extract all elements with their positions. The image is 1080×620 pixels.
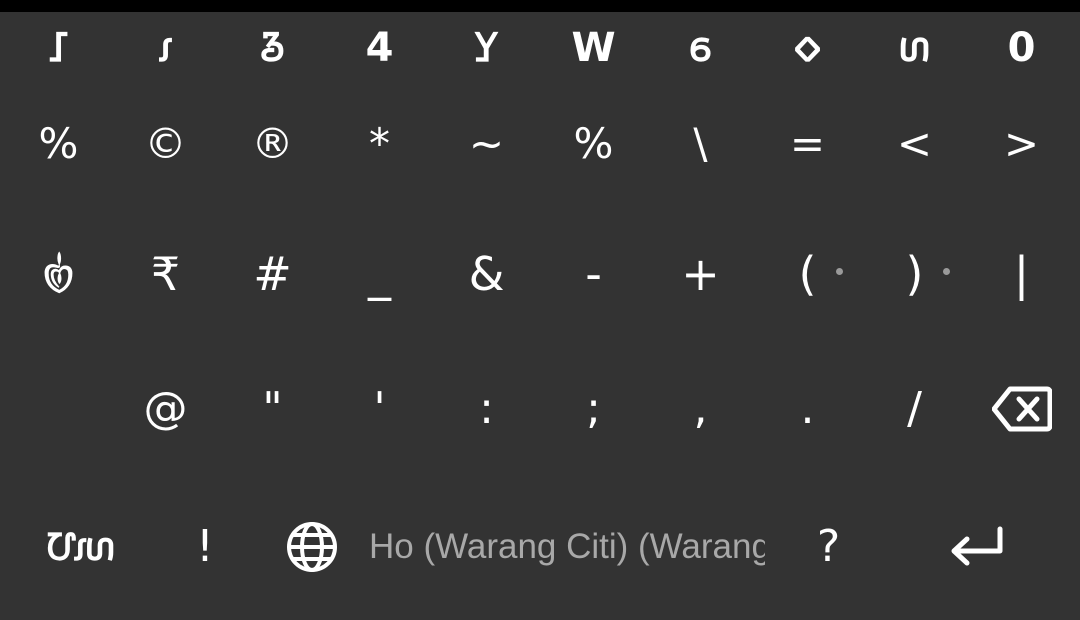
globe-icon[interactable] bbox=[285, 520, 339, 574]
key-4[interactable]: 4 bbox=[326, 12, 433, 84]
key-0[interactable]: 0 bbox=[968, 12, 1075, 84]
key-percent[interactable]: % bbox=[5, 84, 112, 204]
key-label: / bbox=[907, 383, 922, 434]
key-label: % bbox=[38, 119, 79, 168]
key-label: _ bbox=[368, 247, 391, 301]
key-double-quote[interactable]: " bbox=[219, 344, 326, 474]
key-label: 𑢡 bbox=[48, 25, 69, 71]
key-greater-than[interactable]: > bbox=[968, 84, 1075, 204]
keyboard-row-2: % © ® * ~ % \ = < > bbox=[5, 84, 1075, 204]
key-question[interactable]: ? bbox=[775, 474, 882, 620]
key-label: | bbox=[1013, 247, 1030, 301]
top-bar bbox=[0, 0, 1080, 12]
key-warang-7[interactable]: 𑣕 bbox=[647, 12, 754, 84]
key-hash[interactable]: # bbox=[219, 204, 326, 344]
key-warang-5[interactable]: 𑢤 bbox=[433, 12, 540, 84]
key-label: , bbox=[693, 383, 708, 434]
key-label: 𑣗 bbox=[794, 25, 821, 71]
key-tilde[interactable]: ~ bbox=[433, 84, 540, 204]
key-label: ! bbox=[196, 521, 214, 572]
key-plus[interactable]: + bbox=[647, 204, 754, 344]
key-minus[interactable]: - bbox=[540, 204, 647, 344]
key-warang-3[interactable]: 𑢪 bbox=[219, 12, 326, 84]
key-label: ; bbox=[586, 383, 601, 434]
key-label: 𑢹𑣁𑣙 bbox=[47, 525, 114, 569]
key-label: 0 bbox=[1007, 25, 1036, 71]
key-label: # bbox=[253, 247, 292, 301]
key-registered[interactable]: ® bbox=[219, 84, 326, 204]
key-label: : bbox=[479, 383, 494, 434]
key-copyright[interactable]: © bbox=[112, 84, 219, 204]
backspace-key[interactable] bbox=[968, 344, 1075, 474]
backspace-icon bbox=[991, 386, 1052, 432]
key-label: ? bbox=[816, 521, 841, 572]
key-less-than[interactable]: < bbox=[861, 84, 968, 204]
key-colon[interactable]: : bbox=[433, 344, 540, 474]
key-label: " bbox=[262, 383, 283, 434]
key-label: ' bbox=[373, 383, 386, 434]
key-warang-om[interactable]: 𑣿 bbox=[5, 204, 112, 344]
enter-key[interactable] bbox=[923, 474, 1030, 620]
key-label: ( bbox=[798, 247, 817, 301]
space-bar[interactable]: Ho (Warang Citi) (Warang Citi) bbox=[267, 474, 775, 620]
key-label: % bbox=[573, 119, 614, 168]
keyboard-row-1: 𑢡 𑣁 𑢪 4 𑢤 W 𑣕 𑣗 𑣙 0 bbox=[5, 12, 1075, 84]
key-label: W bbox=[571, 25, 616, 71]
key-label: 𑢤 bbox=[474, 25, 499, 71]
more-keys-hint-dot bbox=[836, 268, 843, 275]
key-label: - bbox=[585, 247, 602, 301]
enter-icon bbox=[951, 526, 1002, 566]
key-label: = bbox=[789, 119, 826, 168]
key-label: @ bbox=[143, 383, 188, 434]
key-label: ₹ bbox=[150, 247, 181, 301]
key-label: 𑣿 bbox=[42, 247, 75, 301]
key-percent-2[interactable]: % bbox=[540, 84, 647, 204]
key-warang-2[interactable]: 𑣁 bbox=[112, 12, 219, 84]
key-exclamation[interactable]: ! bbox=[155, 474, 255, 620]
key-label: ® bbox=[251, 119, 294, 168]
key-open-paren[interactable]: ( bbox=[754, 204, 861, 344]
key-at[interactable]: @ bbox=[112, 344, 219, 474]
key-label: & bbox=[468, 247, 505, 301]
key-warang-1[interactable]: 𑢡 bbox=[5, 12, 112, 84]
key-warang-9[interactable]: 𑣙 bbox=[861, 12, 968, 84]
key-single-quote[interactable]: ' bbox=[326, 344, 433, 474]
key-label: 4 bbox=[365, 25, 394, 71]
keyboard-row-3: 𑣿 ₹ # _ & - + ( ) | bbox=[5, 204, 1075, 344]
key-label: 𑣕 bbox=[689, 25, 712, 71]
more-keys-hint-dot bbox=[943, 268, 950, 275]
key-label: 𑢪 bbox=[259, 25, 286, 71]
key-period[interactable]: . bbox=[754, 344, 861, 474]
symbol-keyboard: 𑢡 𑣁 𑢪 4 𑢤 W 𑣕 𑣗 𑣙 0 % © ® * ~ % \ = < > … bbox=[5, 12, 1075, 620]
key-comma[interactable]: , bbox=[647, 344, 754, 474]
key-label: © bbox=[144, 119, 187, 168]
key-label: + bbox=[681, 247, 720, 301]
key-close-paren[interactable]: ) bbox=[861, 204, 968, 344]
key-backslash[interactable]: \ bbox=[647, 84, 754, 204]
key-label: * bbox=[369, 119, 390, 168]
key-w[interactable]: W bbox=[540, 12, 647, 84]
key-rupee[interactable]: ₹ bbox=[112, 204, 219, 344]
key-equals[interactable]: = bbox=[754, 84, 861, 204]
key-label: < bbox=[896, 119, 933, 168]
key-label: 𑣁 bbox=[157, 25, 174, 71]
key-label: > bbox=[1003, 119, 1040, 168]
key-asterisk[interactable]: * bbox=[326, 84, 433, 204]
key-label: ~ bbox=[468, 119, 505, 168]
key-label: ) bbox=[905, 247, 924, 301]
script-switch-key[interactable]: 𑢹𑣁𑣙 bbox=[5, 474, 155, 620]
keyboard-row-4: @ " ' : ; , . / bbox=[5, 344, 1075, 474]
key-pipe[interactable]: | bbox=[968, 204, 1075, 344]
space-bar-language-label: Ho (Warang Citi) (Warang Citi) bbox=[369, 527, 765, 566]
key-label: \ bbox=[693, 119, 708, 168]
key-underscore[interactable]: _ bbox=[326, 204, 433, 344]
key-ampersand[interactable]: & bbox=[433, 204, 540, 344]
key-semicolon[interactable]: ; bbox=[540, 344, 647, 474]
key-slash[interactable]: / bbox=[861, 344, 968, 474]
key-warang-8[interactable]: 𑣗 bbox=[754, 12, 861, 84]
key-label: . bbox=[800, 383, 815, 434]
key-label: 𑣙 bbox=[899, 25, 930, 71]
